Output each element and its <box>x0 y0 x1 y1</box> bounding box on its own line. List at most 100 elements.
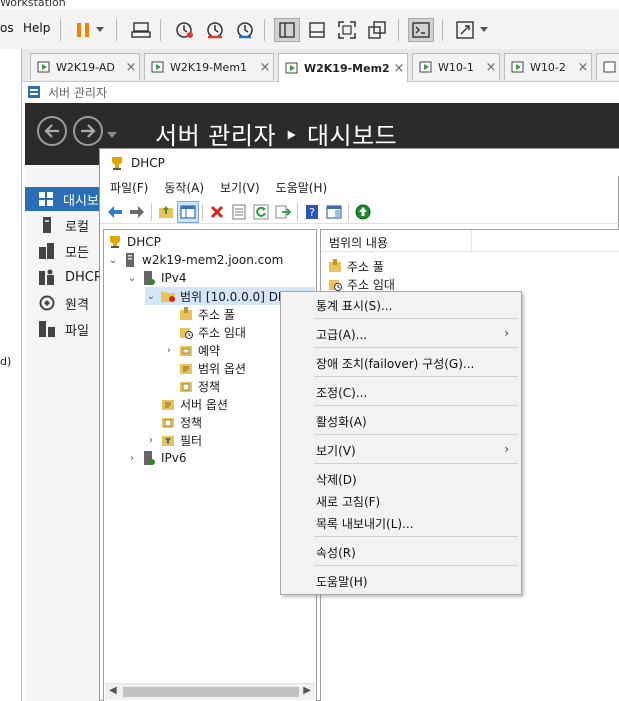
close-icon[interactable]: × <box>391 61 407 76</box>
revert-snapshot-button[interactable] <box>202 18 228 42</box>
tree-node-filters[interactable]: › 필터 <box>145 431 202 449</box>
collapsed-chevron-icon[interactable]: › <box>145 435 157 446</box>
menu-view[interactable]: 보기(V) <box>220 179 260 196</box>
vm-powered-on-icon <box>285 62 298 74</box>
vm-tab-w10-2[interactable]: W10-2 × <box>504 53 592 80</box>
menu-os-fragment[interactable]: os <box>0 21 14 35</box>
sidebar-item-file-services[interactable]: 파일 <box>25 317 101 341</box>
sidebar-item-all-servers[interactable]: 모든 <box>25 239 101 263</box>
menu-item-help[interactable]: 도움말(H) <box>283 571 519 591</box>
power-dropdown-arrow[interactable] <box>92 18 108 42</box>
vm-tab-w2k19-mem2[interactable]: W2K19-Mem2 × <box>278 53 408 82</box>
snapshot-manager-button[interactable] <box>232 18 258 42</box>
tree-node-dhcp-root[interactable]: DHCP <box>107 233 161 251</box>
tree-node-server[interactable]: ⌄ w2k19-mem2.joon.com <box>107 251 283 269</box>
arrow-right-icon <box>130 205 144 218</box>
menu-item-refresh[interactable]: 새로 고침(F) <box>283 491 519 511</box>
tree-node-ipv6[interactable]: › IPv6 <box>126 449 187 467</box>
export-list-button[interactable] <box>272 201 294 223</box>
close-icon[interactable]: × <box>483 60 499 75</box>
full-screen-button[interactable] <box>334 18 360 42</box>
tree-node-ipv4[interactable]: ⌄ IPv4 <box>126 269 187 287</box>
properties-button[interactable] <box>228 201 250 223</box>
toolbar-separator <box>264 19 265 41</box>
forward-button[interactable] <box>126 201 148 223</box>
take-snapshot-button[interactable] <box>171 18 197 42</box>
toolbar-separator <box>398 19 399 41</box>
menu-item-configure-failover[interactable]: 장애 조치(failover) 구성(G)... <box>283 353 519 373</box>
list-item-address-pool[interactable]: 주소 풀 <box>327 257 384 275</box>
close-icon[interactable]: × <box>575 60 591 75</box>
menu-item-delete[interactable]: 삭제(D) <box>283 469 519 489</box>
toolbar-separator <box>116 19 117 41</box>
tree-node-address-pool[interactable]: 주소 풀 <box>178 305 235 323</box>
menu-file[interactable]: 파일(F) <box>110 179 148 196</box>
scrollbar-thumb[interactable] <box>123 687 299 697</box>
menu-item-advanced[interactable]: 고급(A)... › <box>283 324 519 344</box>
expanded-chevron-icon[interactable]: ⌄ <box>145 291 157 302</box>
tree-horizontal-scrollbar[interactable]: ◀ ▶ <box>105 683 315 700</box>
forward-button[interactable] <box>73 116 103 146</box>
vm-tab-w2k19-ad[interactable]: W2K19-AD × <box>30 53 140 80</box>
vm-tab-w2k19-mem1[interactable]: W2K19-Mem1 × <box>144 53 274 80</box>
column-divider[interactable] <box>471 230 472 252</box>
menu-item-view[interactable]: 보기(V) › <box>283 440 519 460</box>
tree-node-scope-policies[interactable]: 정책 <box>178 377 220 395</box>
refresh-icon <box>253 204 269 219</box>
menu-item-reconcile[interactable]: 조정(C)... <box>283 382 519 402</box>
tree-node-scope-options[interactable]: 범위 옵션 <box>178 359 246 377</box>
back-button[interactable] <box>104 201 126 223</box>
activate-button[interactable] <box>352 201 374 223</box>
collapsed-chevron-icon[interactable]: › <box>163 345 175 356</box>
stretch-dropdown-arrow[interactable] <box>476 18 492 42</box>
show-thumbnail-bar-button[interactable] <box>304 18 330 42</box>
show-library-button[interactable] <box>274 18 300 42</box>
tree-node-reservations[interactable]: › 예약 <box>163 341 220 359</box>
menu-action[interactable]: 동작(A) <box>164 179 204 196</box>
tree-node-label: 정책 <box>180 415 203 430</box>
sidebar-item-remote-access[interactable]: 원격 <box>25 291 101 315</box>
tree-node-server-options[interactable]: 서버 옵션 <box>160 395 228 413</box>
menu-item-display-statistics[interactable]: 통계 표시(S)... <box>283 295 519 315</box>
expanded-chevron-icon[interactable]: ⌄ <box>126 273 138 284</box>
stretch-guest-button[interactable] <box>452 18 478 42</box>
send-ctrl-alt-del-button[interactable] <box>128 18 154 42</box>
help-button[interactable]: ? <box>301 201 323 223</box>
show-hide-console-tree-button[interactable] <box>177 200 199 223</box>
server-options-icon <box>160 396 176 412</box>
sidebar-item-dashboard[interactable]: 대시보드 <box>25 187 101 211</box>
menu-help[interactable]: 도움말(H) <box>276 179 328 196</box>
history-dropdown[interactable] <box>107 127 117 141</box>
up-one-level-button[interactable] <box>155 201 177 223</box>
svg-text:?: ? <box>309 206 315 219</box>
close-icon[interactable]: × <box>257 60 273 75</box>
details-column-header[interactable]: 범위의 내용 <box>321 230 619 252</box>
expanded-chevron-icon[interactable]: ⌄ <box>107 255 119 266</box>
sidebar-item-dhcp[interactable]: DHCP <box>25 265 101 289</box>
menu-item-activate[interactable]: 활성화(A) <box>283 411 519 431</box>
scroll-right-icon[interactable]: ▶ <box>303 685 311 696</box>
close-icon[interactable]: × <box>123 60 139 75</box>
collapsed-chevron-icon[interactable]: › <box>126 453 138 464</box>
menu-help[interactable]: Help <box>23 21 50 35</box>
menu-item-properties[interactable]: 속성(R) <box>283 542 519 562</box>
scroll-left-icon[interactable]: ◀ <box>109 685 117 696</box>
tree-node-address-leases[interactable]: 주소 임대 <box>178 323 246 341</box>
menu-item-label: 새로 고침(F) <box>316 494 381 509</box>
menu-separator <box>314 405 518 406</box>
unity-button[interactable] <box>364 18 390 42</box>
dhcp-window-title: DHCP <box>131 155 165 170</box>
vm-tab-overflow[interactable] <box>596 53 619 80</box>
delete-button[interactable] <box>206 201 228 223</box>
toolbar-separator <box>442 19 443 41</box>
vm-tab-w10-1[interactable]: W10-1 × <box>412 53 500 80</box>
back-button[interactable] <box>37 116 67 146</box>
console-view-button[interactable] <box>408 18 434 42</box>
full-screen-icon <box>338 21 356 39</box>
menu-item-export-list[interactable]: 목록 내보내기(L)... <box>283 513 519 533</box>
refresh-button[interactable] <box>250 201 272 223</box>
sidebar-item-local-server[interactable]: 로컬 <box>25 213 101 237</box>
dhcp-trophy-icon <box>112 156 122 170</box>
show-hide-action-pane-button[interactable] <box>323 201 345 223</box>
tree-node-policies[interactable]: 정책 <box>160 413 202 431</box>
